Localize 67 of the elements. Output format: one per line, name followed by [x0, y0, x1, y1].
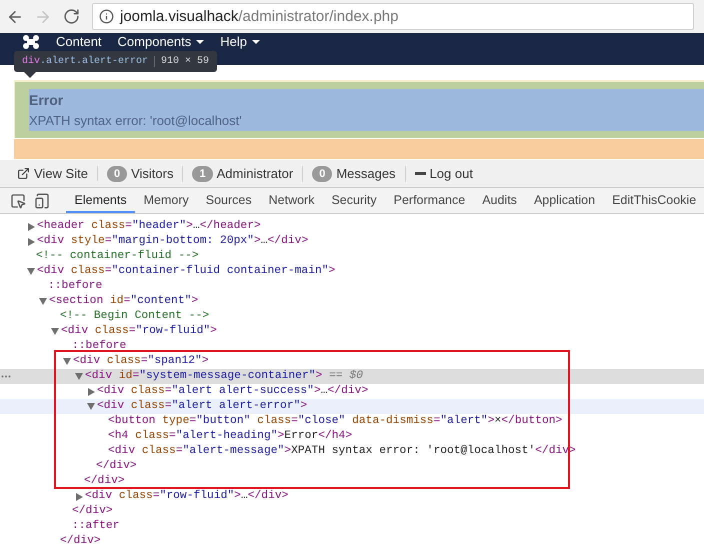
expand-triangle-icon[interactable]	[28, 238, 35, 246]
devtools-tab[interactable]: Audits	[474, 188, 526, 213]
logout-link[interactable]: Log out	[406, 166, 482, 181]
closing-tag: </div>	[84, 474, 125, 489]
alert-heading: Error	[29, 92, 64, 108]
status-label: Administrator	[216, 166, 294, 181]
devtools-tab[interactable]: Security	[322, 188, 386, 213]
dom-comment: <!-- Begin Content -->	[60, 309, 210, 324]
status-count-link[interactable]: 1 Administrator	[183, 166, 304, 182]
devtools-tab[interactable]: Network	[260, 188, 323, 213]
devtools-tab[interactable]: Application	[525, 188, 604, 213]
pseudo-element: ::after	[72, 519, 120, 534]
expand-triangle-icon[interactable]	[76, 492, 83, 500]
more-icon[interactable]	[1, 375, 11, 378]
caret-icon	[252, 40, 260, 44]
element-size: 910 × 59	[154, 56, 210, 67]
expand-triangle-icon[interactable]	[39, 298, 47, 305]
dom-node-line[interactable]: <div class="container-fluid container-main">	[37, 264, 336, 279]
nav-menu-item[interactable]: Content	[56, 34, 102, 49]
devtools-tab[interactable]: Memory	[135, 188, 198, 213]
closing-tag: </div>	[72, 504, 113, 519]
element-selector: div.alert.alert-error	[22, 56, 148, 67]
external-link-icon	[17, 167, 30, 180]
expand-triangle-icon[interactable]	[27, 268, 35, 275]
devtools-tab[interactable]: EditThisCookie	[604, 188, 704, 213]
expand-triangle-icon[interactable]	[75, 373, 83, 380]
dom-node-line[interactable]: <div class="row-fluid">…</div>	[85, 489, 288, 504]
reload-icon[interactable]	[62, 8, 80, 25]
nav-menu-item[interactable]: Help	[220, 34, 260, 49]
closing-tag: </div>	[60, 534, 101, 549]
status-count-link[interactable]: 0 Visitors	[98, 166, 184, 182]
logo-icon[interactable]	[22, 34, 40, 50]
expand-triangle-icon[interactable]	[28, 222, 35, 230]
status-label: View Site	[34, 166, 88, 181]
devtools-tab[interactable]: Elements	[66, 188, 136, 213]
closing-tag: </div>	[96, 459, 137, 474]
status-count-link[interactable]: 0 Messages	[303, 166, 406, 182]
dom-node-line[interactable]: <button type="button" class="close" data-dismiss="alert">×</button>	[108, 414, 562, 429]
dom-node-line[interactable]: <header class="header">…</header>	[37, 219, 261, 234]
expand-triangle-icon[interactable]	[87, 403, 95, 410]
status-label: Visitors	[131, 166, 174, 181]
view-site-link[interactable]: View Site	[8, 166, 98, 181]
info-icon	[99, 9, 114, 24]
dom-node-line[interactable]: <h4 class="alert-heading">Error</h4>	[108, 429, 352, 444]
pseudo-element: ::before	[72, 339, 126, 354]
devtools-tab[interactable]: Sources	[197, 188, 260, 213]
dom-node-line[interactable]: <section id="content">	[49, 294, 198, 309]
count-badge: 0	[312, 166, 332, 182]
status-label: Messages	[336, 166, 396, 181]
status-label: Log out	[430, 166, 473, 181]
count-badge: 1	[192, 166, 213, 182]
pseudo-element: ::before	[48, 279, 102, 294]
devtools-tab[interactable]: Performance	[385, 188, 474, 213]
nav-menu-item[interactable]: Components	[118, 34, 204, 49]
dom-node-line[interactable]: <div class="span12">	[73, 354, 209, 369]
dom-comment: <!-- container-fluid -->	[36, 249, 199, 264]
dom-node-line[interactable]: <div id="system-message-container">	[85, 369, 322, 384]
caret-icon	[196, 40, 204, 44]
dom-node-line[interactable]: <div style="margin-bottom: 20px">…</div>	[37, 234, 308, 249]
count-badge: 0	[106, 166, 128, 182]
dom-node-line[interactable]: <div class="row-fluid">	[61, 324, 217, 339]
dom-node-line[interactable]: <div class="alert alert-success">…</div>	[97, 384, 368, 399]
address-field[interactable]: joomla.visualhack/administrator/index.php	[92, 3, 694, 30]
selected-node-marker: == $0	[328, 369, 363, 384]
alert-message: XPATH syntax error: 'root@localhost'	[29, 113, 243, 128]
minus-icon	[414, 172, 426, 175]
expand-triangle-icon[interactable]	[51, 328, 59, 335]
